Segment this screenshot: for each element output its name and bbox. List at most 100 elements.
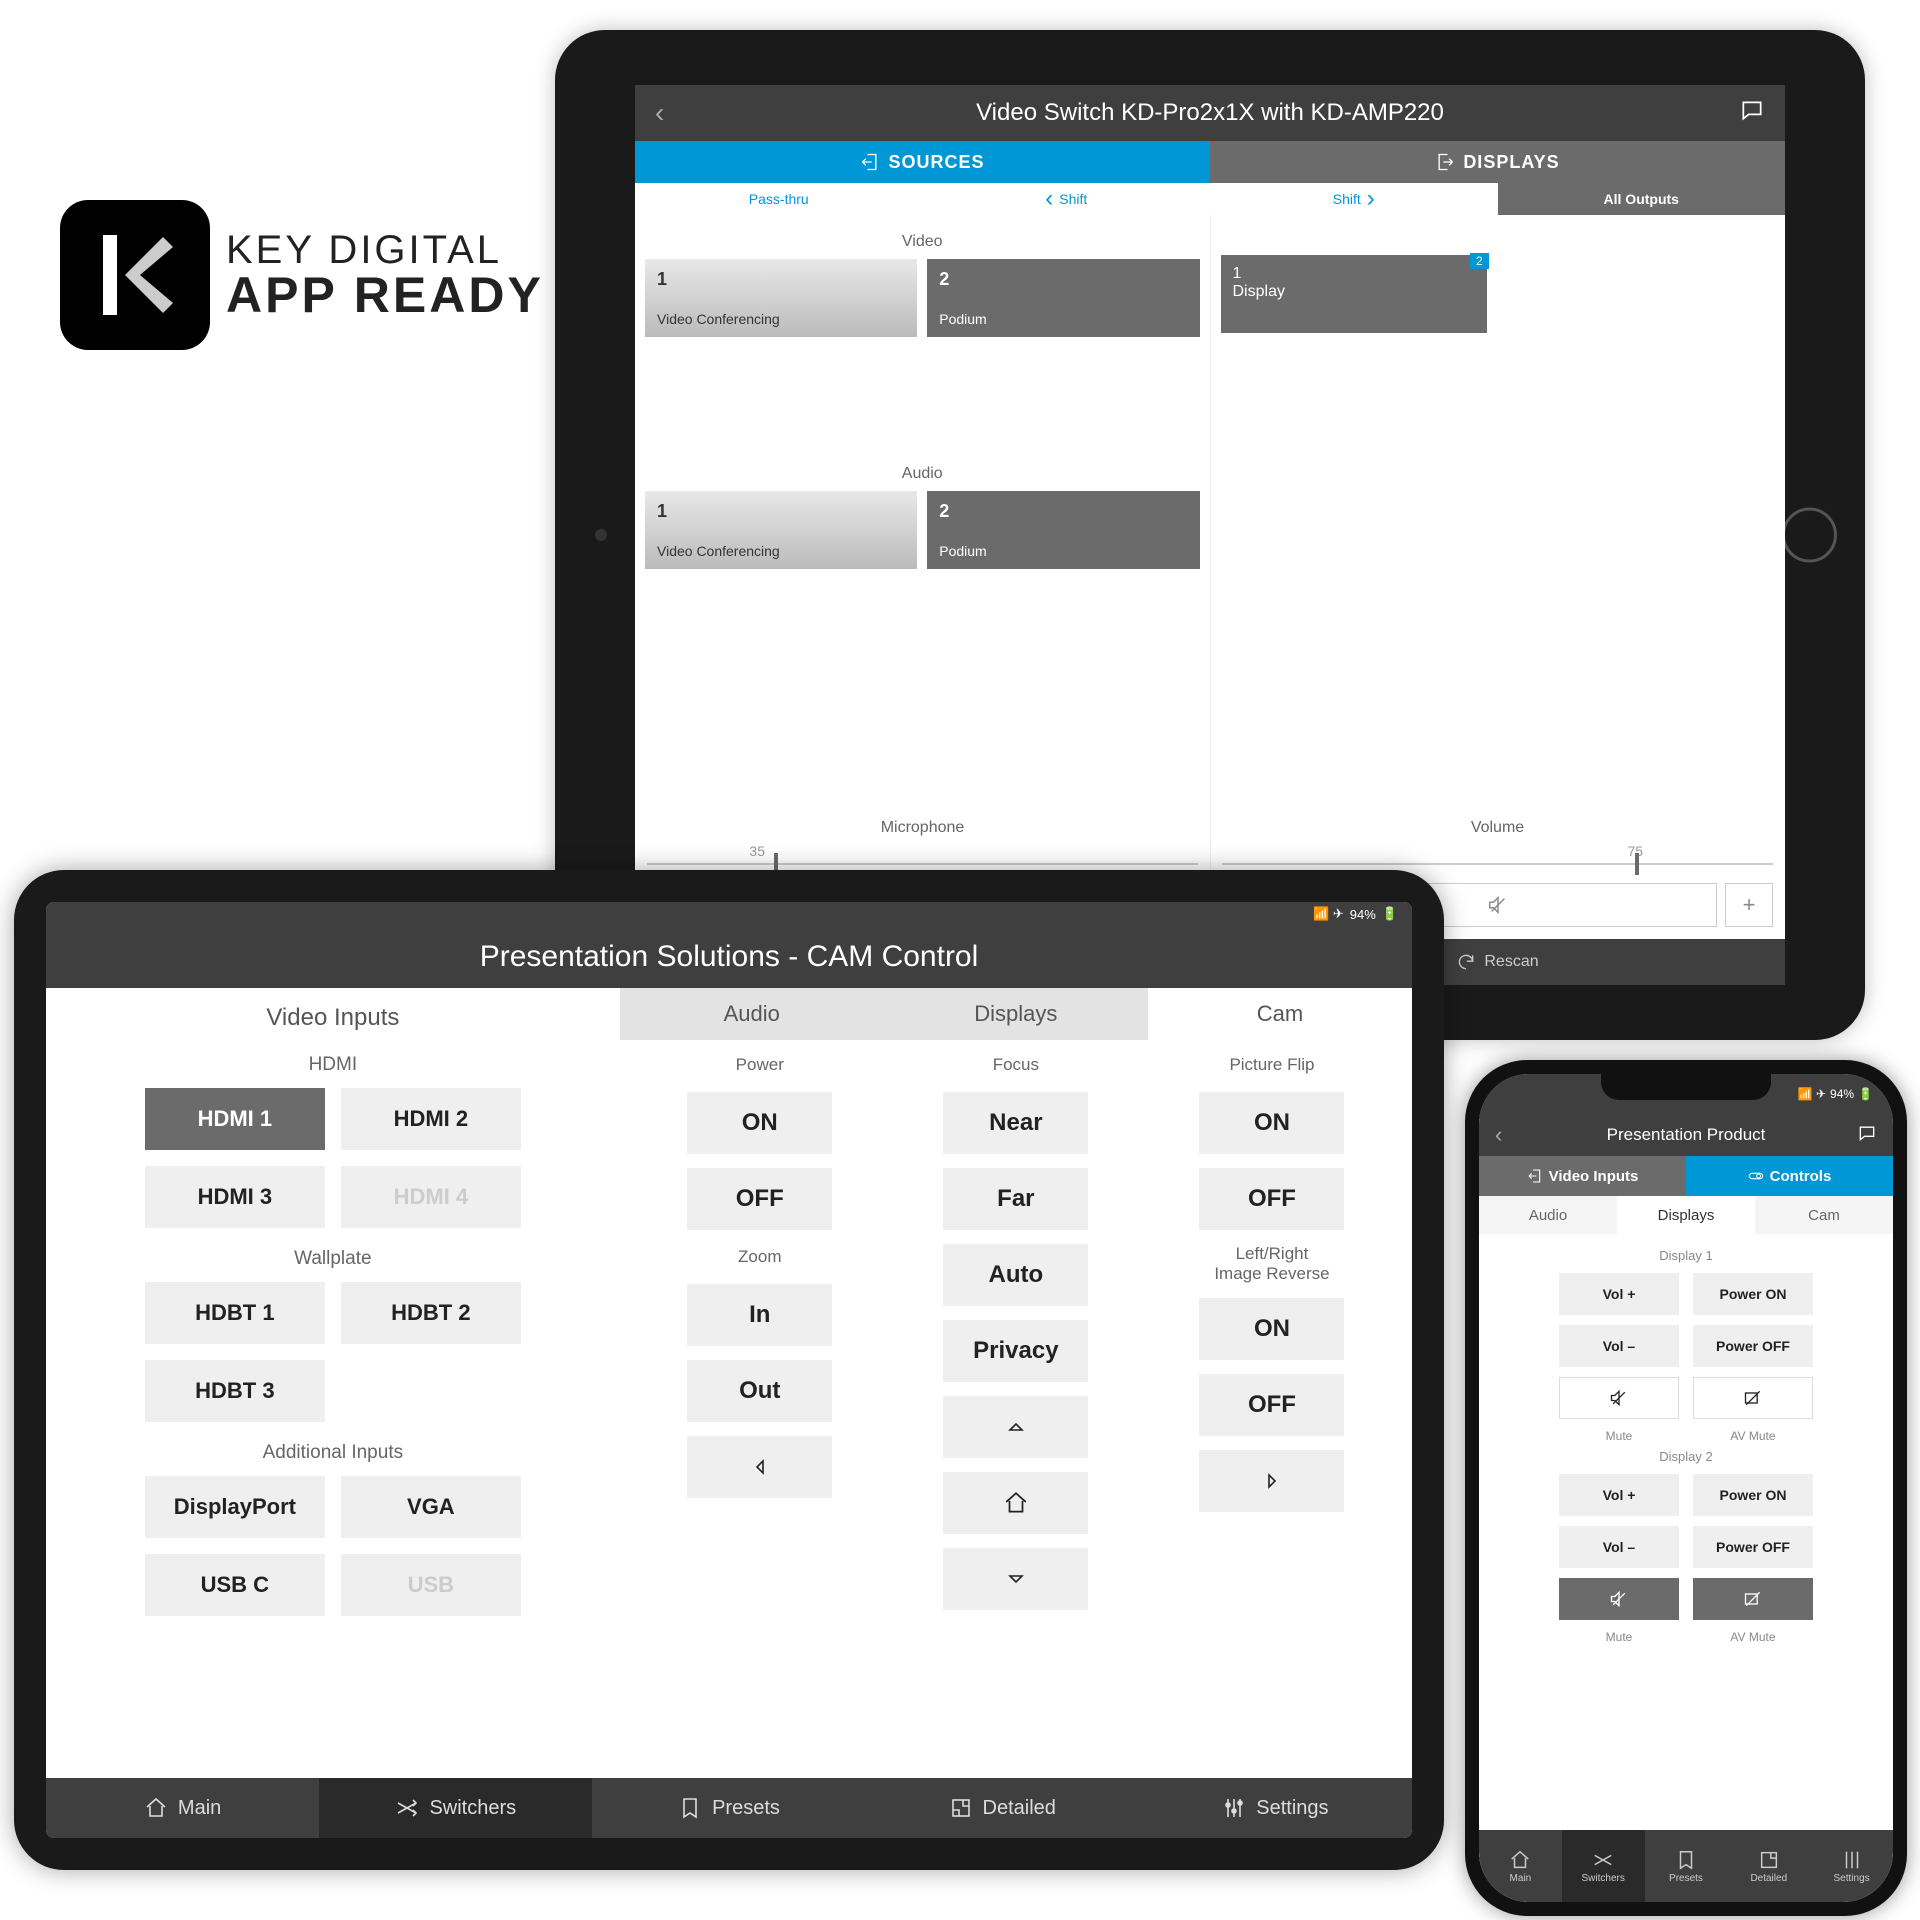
hdbt-3-button[interactable]: HDBT 3 <box>145 1360 325 1422</box>
nav-settings[interactable]: Settings <box>1810 1830 1893 1902</box>
audio-label: Audio <box>645 465 1200 483</box>
home-button[interactable] <box>1782 508 1837 563</box>
d2-avmute-label: AV Mute <box>1730 1630 1775 1644</box>
d2-poweron-button[interactable]: Power ON <box>1693 1474 1813 1516</box>
power-on-button[interactable]: ON <box>687 1092 832 1154</box>
pan-up-button[interactable] <box>943 1396 1088 1458</box>
displayport-button[interactable]: DisplayPort <box>145 1476 325 1538</box>
tab-cam[interactable]: Cam <box>1148 988 1412 1040</box>
reverse-on-button[interactable]: ON <box>1199 1298 1344 1360</box>
nav-settings[interactable]: Settings <box>1139 1778 1412 1838</box>
subtab-displays[interactable]: Displays <box>1617 1196 1755 1234</box>
audio-source-1[interactable]: 1Video Conferencing <box>645 491 917 569</box>
nav-switchers[interactable]: Switchers <box>1562 1830 1645 1902</box>
subtab-passthru[interactable]: Pass-thru <box>635 183 923 215</box>
d2-mute-label: Mute <box>1606 1630 1633 1644</box>
tab-video-inputs[interactable]: Video Inputs <box>1479 1156 1686 1196</box>
d2-mute-button[interactable] <box>1559 1578 1679 1620</box>
tab-audio[interactable]: Audio <box>620 988 884 1040</box>
vga-button[interactable]: VGA <box>341 1476 521 1538</box>
d1-volup-button[interactable]: Vol + <box>1559 1273 1679 1315</box>
subtab-shift-right[interactable]: Shift› <box>1210 183 1498 215</box>
hdmi-3-button[interactable]: HDMI 3 <box>145 1166 325 1228</box>
flip-label: Picture Flip <box>1229 1052 1314 1078</box>
page-title: Presentation Product <box>1607 1125 1766 1145</box>
nav-presets[interactable]: Presets <box>592 1778 865 1838</box>
tab-controls[interactable]: Controls <box>1686 1156 1893 1196</box>
hdbt-1-button[interactable]: HDBT 1 <box>145 1282 325 1344</box>
d2-volup-button[interactable]: Vol + <box>1559 1474 1679 1516</box>
vol-slider[interactable] <box>1222 863 1773 865</box>
reverse-off-button[interactable]: OFF <box>1199 1374 1344 1436</box>
notch <box>1601 1074 1771 1100</box>
subtab-all-outputs[interactable]: All Outputs <box>1498 183 1786 215</box>
hdbt-2-button[interactable]: HDBT 2 <box>341 1282 521 1344</box>
d2-poweroff-button[interactable]: Power OFF <box>1693 1526 1813 1568</box>
chat-icon[interactable] <box>1857 1123 1877 1148</box>
usbc-button[interactable]: USB C <box>145 1554 325 1616</box>
tab-displays[interactable]: DISPLAYS <box>1210 141 1785 183</box>
key-digital-logo-icon <box>60 200 210 350</box>
hdmi-label: HDMI <box>76 1054 590 1076</box>
pan-down-button[interactable] <box>943 1548 1088 1610</box>
d1-poweroff-button[interactable]: Power OFF <box>1693 1325 1813 1367</box>
vol-plus-button[interactable]: + <box>1725 883 1773 927</box>
tab-displays[interactable]: Displays <box>884 988 1148 1040</box>
focus-near-button[interactable]: Near <box>943 1092 1088 1154</box>
video-source-2[interactable]: 2Podium <box>927 259 1199 337</box>
hdmi-4-button[interactable]: HDMI 4 <box>341 1166 521 1228</box>
d1-voldn-button[interactable]: Vol – <box>1559 1325 1679 1367</box>
nav-detailed[interactable]: Detailed <box>1727 1830 1810 1902</box>
display-2-title: Display 2 <box>1493 1449 1879 1464</box>
subtab-audio[interactable]: Audio <box>1479 1196 1617 1234</box>
usb-button[interactable]: USB <box>341 1554 521 1616</box>
mic-slider[interactable] <box>647 863 1198 865</box>
hdmi-1-button[interactable]: HDMI 1 <box>145 1088 325 1150</box>
app-ready-badge: KEY DIGITAL APP READY <box>60 200 574 350</box>
status-bar: 📶 ✈︎94%🔋 <box>46 902 1412 926</box>
back-icon[interactable]: ‹ <box>1495 1122 1502 1148</box>
page-title: Presentation Solutions - CAM Control <box>46 926 1412 988</box>
zoom-label: Zoom <box>738 1244 781 1270</box>
vol-label: Volume <box>1222 819 1773 837</box>
tab-sources[interactable]: SOURCES <box>635 141 1210 183</box>
pan-right-button[interactable] <box>1199 1450 1344 1512</box>
audio-source-2[interactable]: 2Podium <box>927 491 1199 569</box>
nav-detailed[interactable]: Detailed <box>866 1778 1139 1838</box>
nav-main[interactable]: Main <box>46 1778 319 1838</box>
flip-on-button[interactable]: ON <box>1199 1092 1344 1154</box>
d2-voldn-button[interactable]: Vol – <box>1559 1526 1679 1568</box>
zoom-in-button[interactable]: In <box>687 1284 832 1346</box>
home-position-button[interactable] <box>943 1472 1088 1534</box>
pan-left-button[interactable] <box>687 1436 832 1498</box>
zoom-out-button[interactable]: Out <box>687 1360 832 1422</box>
display-output-1[interactable]: 2 1 Display <box>1221 255 1487 333</box>
subtab-cam[interactable]: Cam <box>1755 1196 1893 1234</box>
privacy-button[interactable]: Privacy <box>943 1320 1088 1382</box>
flip-off-button[interactable]: OFF <box>1199 1168 1344 1230</box>
badge-line2: APP READY <box>226 270 544 320</box>
video-source-1[interactable]: 1Video Conferencing <box>645 259 917 337</box>
phone: 📶 ✈︎94%🔋 ‹ Presentation Product Video In… <box>1465 1060 1907 1916</box>
display-1-title: Display 1 <box>1493 1248 1879 1263</box>
subtab-shift-left[interactable]: ‹Shift <box>923 183 1211 215</box>
d2-avmute-button[interactable] <box>1693 1578 1813 1620</box>
page-title: Video Switch KD-Pro2x1X with KD-AMP220 <box>976 99 1444 127</box>
power-label: Power <box>736 1052 784 1078</box>
nav-main[interactable]: Main <box>1479 1830 1562 1902</box>
d1-mute-button[interactable] <box>1559 1377 1679 1419</box>
hdmi-2-button[interactable]: HDMI 2 <box>341 1088 521 1150</box>
nav-presets[interactable]: Presets <box>1645 1830 1728 1902</box>
wallplate-label: Wallplate <box>76 1248 590 1270</box>
d1-avmute-button[interactable] <box>1693 1377 1813 1419</box>
focus-far-button[interactable]: Far <box>943 1168 1088 1230</box>
nav-switchers[interactable]: Switchers <box>319 1778 592 1838</box>
focus-auto-button[interactable]: Auto <box>943 1244 1088 1306</box>
display-badge: 2 <box>1470 253 1489 269</box>
back-icon[interactable]: ‹ <box>655 97 664 129</box>
d1-poweron-button[interactable]: Power ON <box>1693 1273 1813 1315</box>
chat-icon[interactable] <box>1739 97 1765 130</box>
mic-value: 35 <box>635 843 1198 859</box>
d1-mute-label: Mute <box>1606 1429 1633 1443</box>
power-off-button[interactable]: OFF <box>687 1168 832 1230</box>
